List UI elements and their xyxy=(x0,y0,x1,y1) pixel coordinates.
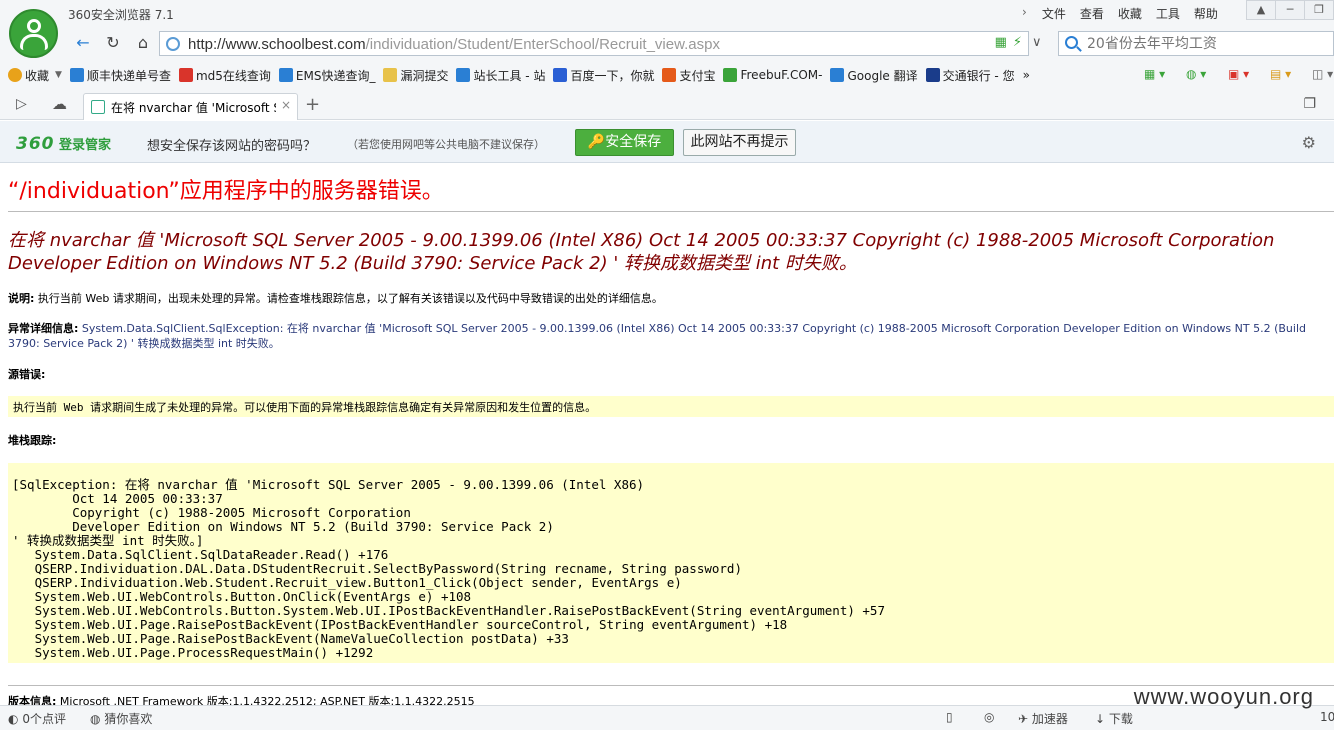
key-icon: 🔑 xyxy=(587,134,606,150)
menu-file[interactable]: 文件 xyxy=(1035,5,1073,22)
sidebar-toggle-icon[interactable]: ▷ xyxy=(16,96,27,112)
stack-trace-box: [SqlException: 在将 nvarchar 值 'Microsoft … xyxy=(8,463,1334,663)
search-box xyxy=(1058,31,1334,56)
star-icon xyxy=(8,68,22,82)
shirt-icon[interactable]: ▲ xyxy=(1246,0,1276,20)
url-actions: ▦ ⚡ xyxy=(995,35,1022,50)
accelerator-button[interactable]: ✈ 加速器 xyxy=(1018,710,1068,727)
alipay-icon xyxy=(662,68,677,82)
extension-icons: ▦ ▾ ◍ ▾ ▣ ▾ ▤ ▾ ◫ ▾ xyxy=(1130,67,1334,83)
paw-icon xyxy=(553,68,568,82)
gear-icon[interactable]: ⚙ xyxy=(1302,133,1316,152)
page-content: “/individuation”应用程序中的服务器错误。 在将 nvarchar… xyxy=(0,163,1334,705)
title-bar: 360安全浏览器 7.1 › 文件 查看 收藏 工具 帮助 ▲ ─ ❐ xyxy=(0,0,1334,27)
divider xyxy=(8,211,1334,212)
bookmark-item[interactable]: 顺丰快递单号查 xyxy=(69,67,171,84)
bookmark-item[interactable]: md5在线查询 xyxy=(178,67,271,84)
password-manager-brand: 360 登录管家 xyxy=(16,134,112,154)
url-field[interactable]: http://www.schoolbest.com/individuation/… xyxy=(159,31,1029,56)
back-icon[interactable]: ← xyxy=(72,33,94,53)
never-ask-button[interactable]: 此网站不再提示 xyxy=(683,129,796,156)
chevron-down-icon[interactable]: ∨ xyxy=(1032,35,1042,50)
password-save-bar: 360 登录管家 想安全保存该网站的密码吗？ （若您使用网吧等公共电脑不建议保存… xyxy=(0,121,1334,163)
bookmarks-more[interactable]: » xyxy=(1023,68,1030,82)
chevron-right-icon[interactable]: › xyxy=(1018,5,1035,22)
zoom-level[interactable]: 10 xyxy=(1320,710,1334,724)
minimize-icon[interactable]: ─ xyxy=(1275,0,1305,20)
download-icon: ↓ xyxy=(1095,712,1106,726)
bookmark-item[interactable]: 站长工具 - 站 xyxy=(456,67,545,84)
shield-icon[interactable]: ◍ ▾ xyxy=(1172,67,1208,83)
menu-view[interactable]: 查看 xyxy=(1073,5,1111,22)
browser-logo-icon xyxy=(9,9,58,58)
tab-bar: ▷ ☁ 在将 nvarchar 值 'Microsoft SQ × + ❐ xyxy=(0,90,1334,120)
f-icon xyxy=(723,68,738,82)
screenshot-icon[interactable]: ▤ ▾ xyxy=(1256,67,1292,83)
bookmark-item[interactable]: 支付宝 xyxy=(662,67,715,84)
safe-save-button[interactable]: 🔑安全保存 xyxy=(575,129,674,156)
chevron-down-icon[interactable]: ▼ xyxy=(55,70,62,80)
menu-tools[interactable]: 工具 xyxy=(1149,5,1187,22)
home-icon[interactable]: ⌂ xyxy=(132,33,154,53)
folder-icon xyxy=(383,68,398,82)
exception-details: 异常详细信息: System.Data.SqlClient.SqlExcepti… xyxy=(8,322,1307,350)
globe-icon xyxy=(166,37,180,51)
address-bar: ← ↻ ⌂ http://www.schoolbest.com/individu… xyxy=(0,27,1334,60)
download-button[interactable]: ↓ 下载 xyxy=(1095,710,1133,727)
bookmark-item[interactable]: EMS快递查询_ xyxy=(278,67,375,84)
bookmark-item[interactable]: 交通银行 - 您 xyxy=(925,67,1015,84)
description: 说明: 执行当前 Web 请求期间，出现未处理的异常。请检查堆栈跟踪信息，以了解… xyxy=(8,292,663,305)
watermark: www.wooyun.org xyxy=(1133,684,1314,709)
bookmark-item[interactable]: Google 翻译 xyxy=(830,67,918,84)
speed-icon[interactable]: ◎ xyxy=(984,710,994,724)
password-prompt: 想安全保存该网站的密码吗？ xyxy=(147,139,317,154)
version-info: 版本信息: Microsoft .NET Framework 版本:1.1.43… xyxy=(8,695,475,705)
ie-icon xyxy=(69,68,84,82)
bank-icon xyxy=(925,68,940,82)
source-error-box: 执行当前 Web 请求期间生成了未处理的异常。可以使用下面的异常堆栈跟踪信息确定… xyxy=(8,396,1334,417)
mobile-icon[interactable]: ▯ xyxy=(946,710,953,724)
search-icon[interactable] xyxy=(1065,36,1078,49)
bookmarks-bar: 收藏 ▼ 顺丰快递单号查 md5在线查询 EMS快递查询_ 漏洞提交 站长工具 -… xyxy=(0,60,1334,90)
app-title: 360安全浏览器 7.1 xyxy=(68,8,174,22)
refresh-icon[interactable]: ↻ xyxy=(102,33,124,53)
rocket-icon: ✈ xyxy=(1018,712,1029,726)
error-subtitle: 在将 nvarchar 值 'Microsoft SQL Server 2005… xyxy=(8,230,1275,274)
ie-icon xyxy=(278,68,293,82)
tab-active[interactable]: 在将 nvarchar 值 'Microsoft SQ × xyxy=(83,93,298,120)
bookmark-item[interactable]: 漏洞提交 xyxy=(383,67,448,84)
tab-title: 在将 nvarchar 值 'Microsoft SQ xyxy=(111,101,276,115)
close-icon[interactable]: × xyxy=(281,98,291,112)
page-icon xyxy=(91,100,105,114)
heart-icon: ◍ xyxy=(90,712,101,726)
error-title: “/individuation”应用程序中的服务器错误。 xyxy=(8,179,444,204)
cloud-icon[interactable]: ☁ xyxy=(52,95,67,113)
comment-icon: ◐ xyxy=(8,712,19,726)
menu-bar: › 文件 查看 收藏 工具 帮助 xyxy=(1018,5,1225,22)
menu-help[interactable]: 帮助 xyxy=(1187,5,1225,22)
translate-ext-icon[interactable]: ▣ ▾ xyxy=(1214,67,1250,83)
url-text[interactable]: http://www.schoolbest.com/individuation/… xyxy=(188,36,720,53)
app-grid-icon[interactable]: ▦ ▾ xyxy=(1130,67,1166,83)
game-icon[interactable]: ◫ ▾ xyxy=(1298,67,1334,83)
password-note: （若您使用网吧等公共电脑不建议保存） xyxy=(347,138,545,151)
stack-trace-label: 堆栈跟踪: xyxy=(8,434,57,447)
bookmark-favorites[interactable]: 收藏 ▼ xyxy=(8,67,62,84)
bookmark-item[interactable]: FreebuF.COM- xyxy=(723,68,822,82)
guess-you-like[interactable]: ◍ 猜你喜欢 xyxy=(90,710,152,727)
lightning-icon[interactable]: ⚡ xyxy=(1013,35,1022,50)
source-error-label: 源错误: xyxy=(8,368,46,381)
bookmark-item[interactable]: 百度一下，你就 xyxy=(553,67,654,84)
chart-icon xyxy=(456,68,471,82)
translate-icon xyxy=(830,68,845,82)
comments-status[interactable]: ◐ 0个点评 xyxy=(8,710,66,727)
window-controls: ▲ ─ ❐ xyxy=(1246,0,1334,20)
search-input[interactable] xyxy=(1087,34,1327,54)
grid-icon xyxy=(178,68,193,82)
qr-code-icon[interactable]: ▦ xyxy=(995,35,1007,50)
menu-favorites[interactable]: 收藏 xyxy=(1111,5,1149,22)
new-tab-button[interactable]: + xyxy=(305,94,320,115)
restore-icon[interactable]: ❐ xyxy=(1304,0,1334,20)
tab-list-icon[interactable]: ❐ xyxy=(1303,96,1316,112)
